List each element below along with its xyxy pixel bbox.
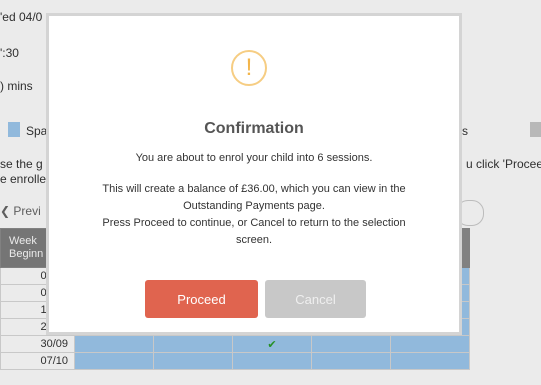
dialog-message-screen: screen. <box>235 234 273 246</box>
dialog-message-enrol: You are about to enrol your child into 6… <box>135 152 373 164</box>
dialog-message-balance: This will create a balance of £36.00, wh… <box>102 183 406 195</box>
dialog-title: Confirmation <box>204 120 304 137</box>
cancel-button[interactable]: Cancel <box>265 280 366 318</box>
exclamation-circle-icon: ! <box>231 50 267 86</box>
confirmation-dialog: ! Confirmation You are about to enrol yo… <box>46 13 462 335</box>
dialog-message-instructions: Press Proceed to continue, or Cancel to … <box>102 217 406 229</box>
proceed-button[interactable]: Proceed <box>145 280 258 318</box>
dialog-message-payments: Outstanding Payments page. <box>183 200 325 212</box>
